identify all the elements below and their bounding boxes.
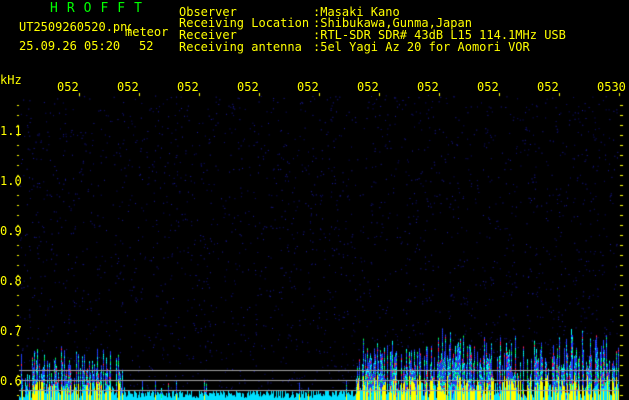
spectrogram-canvas: [0, 0, 629, 400]
time-label: 0523: [177, 81, 199, 93]
time-label: 0529: [537, 81, 559, 93]
y-unit-label: kHz: [0, 73, 22, 87]
time-label: 0527: [417, 81, 439, 93]
y-tick-label: 0.9: [0, 224, 22, 238]
time-label: 0528: [477, 81, 499, 93]
y-tick-label: 0.8: [0, 274, 22, 288]
filename: UT2509260520.png: [19, 21, 131, 33]
meteor-count: 52: [139, 39, 154, 53]
antenna-label: Receiving antenna: [179, 40, 302, 54]
time-label: 0526: [357, 81, 379, 93]
app-title: HROFFT: [50, 1, 151, 16]
time-label: 0521: [57, 81, 79, 93]
time-label: 0525: [297, 81, 319, 93]
antenna-value: :5el Yagi Az 20 for Aomori VOR: [313, 40, 530, 54]
y-tick-label: 1.0: [0, 174, 22, 188]
hrofft-window: HROFFT UT2509260520.png meteor 25.09.26 …: [0, 0, 629, 400]
datetime: 25.09.26 05:20: [19, 39, 121, 53]
y-tick-label: 0.6: [0, 374, 22, 388]
time-label: 0524: [237, 81, 259, 93]
time-label: 0530: [597, 81, 626, 93]
y-tick-label: 0.7: [0, 324, 22, 338]
y-tick-label: 1.1: [0, 124, 22, 138]
mode-label: meteor: [125, 25, 169, 39]
time-label: 0522: [117, 81, 139, 93]
